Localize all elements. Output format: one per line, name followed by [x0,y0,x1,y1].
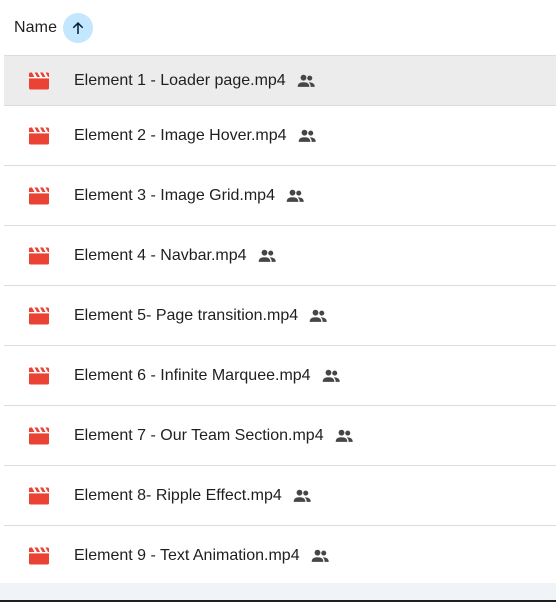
file-name: Element 9 - Text Animation.mp4 [74,546,300,564]
video-file-icon [28,487,50,505]
shared-people-icon [297,126,317,146]
file-name: Element 1 - Loader page.mp4 [74,71,286,89]
shared-people-icon [321,366,341,386]
file-name: Element 8- Ripple Effect.mp4 [74,486,282,504]
file-name: Element 2 - Image Hover.mp4 [74,126,287,144]
arrow-up-icon [72,21,84,34]
shared-people-icon [308,306,328,326]
name-column-header[interactable]: Name [14,19,57,37]
file-row[interactable]: Element 1 - Loader page.mp4 [4,55,556,105]
file-row[interactable]: Element 5- Page transition.mp4 [4,285,556,345]
file-row[interactable]: Element 8- Ripple Effect.mp4 [4,465,556,525]
shared-people-icon [292,486,312,506]
shared-people-icon [334,426,354,446]
video-file-icon [28,367,50,385]
file-row[interactable]: Element 9 - Text Animation.mp4 [4,525,556,585]
video-file-icon [28,247,50,265]
file-name: Element 6 - Infinite Marquee.mp4 [74,366,311,384]
shared-people-icon [310,546,330,566]
video-file-icon [28,427,50,445]
list-header: Name [0,0,556,55]
file-name: Element 5- Page transition.mp4 [74,306,299,324]
shared-people-icon [285,186,305,206]
file-name: Element 4 - Navbar.mp4 [74,246,247,264]
video-file-icon [28,72,50,90]
file-row[interactable]: Element 7 - Our Team Section.mp4 [4,405,556,465]
video-file-icon [28,187,50,205]
video-file-icon [28,547,50,565]
file-row[interactable]: Element 6 - Infinite Marquee.mp4 [4,345,556,405]
file-row[interactable]: Element 4 - Navbar.mp4 [4,225,556,285]
shared-people-icon [296,71,316,91]
file-row[interactable]: Element 2 - Image Hover.mp4 [4,105,556,165]
video-file-icon [28,307,50,325]
shared-people-icon [257,246,277,266]
sort-ascending-button[interactable] [63,12,94,43]
file-row[interactable]: Element 3 - Image Grid.mp4 [4,165,556,225]
file-name: Element 7 - Our Team Section.mp4 [74,426,324,444]
list-footer [0,583,556,600]
file-list: Element 1 - Loader page.mp4 Element 2 - … [4,55,556,585]
file-name: Element 3 - Image Grid.mp4 [74,186,275,204]
video-file-icon [28,127,50,145]
